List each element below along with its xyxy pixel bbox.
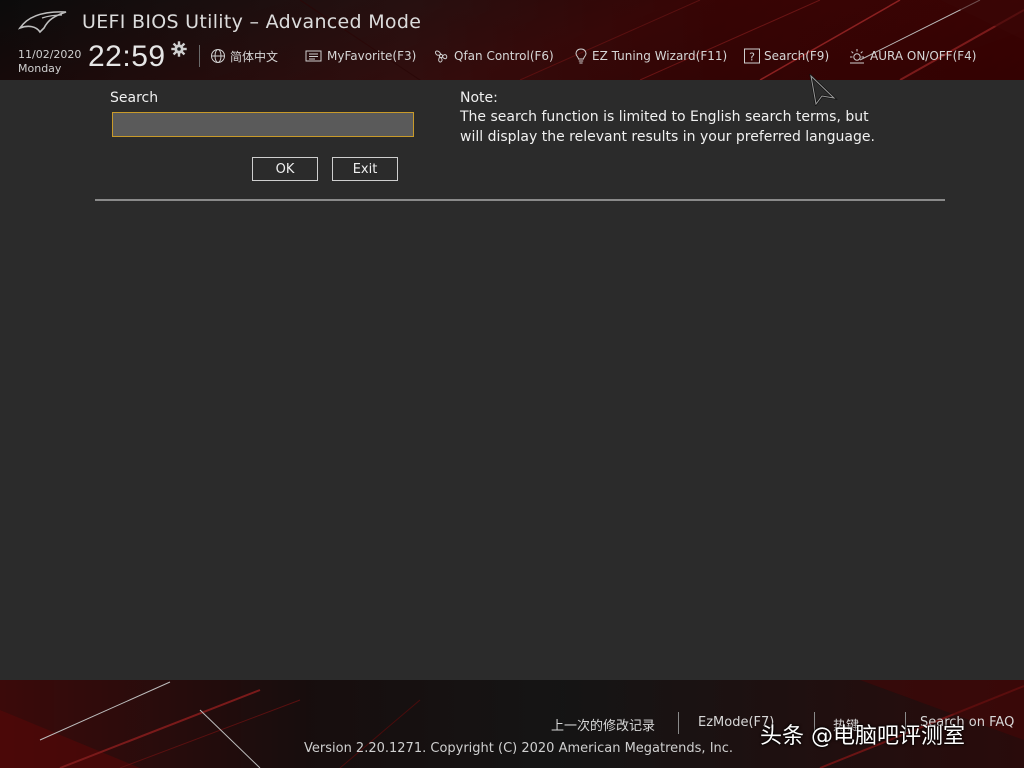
aura-icon xyxy=(850,49,864,64)
last-modified-link[interactable]: 上一次的修改记录 xyxy=(551,715,655,734)
search-label: Search xyxy=(110,90,159,106)
language-button[interactable]: 简体中文 xyxy=(210,46,278,66)
ez-tuning-wizard-label: EZ Tuning Wizard(F11) xyxy=(592,49,728,63)
header-bar: UEFI BIOS Utility – Advanced Mode 11/02/… xyxy=(0,0,1024,80)
search-input[interactable] xyxy=(112,112,414,137)
search-toolbar-label: Search(F9) xyxy=(764,49,830,63)
date-display: 11/02/2020 Monday xyxy=(18,48,81,76)
weekday-text: Monday xyxy=(18,62,62,75)
fan-icon xyxy=(435,50,448,63)
language-label: 简体中文 xyxy=(230,49,279,64)
lightbulb-icon xyxy=(575,48,587,64)
note-title: Note: xyxy=(460,90,498,106)
header-separator xyxy=(199,45,200,67)
footer-bar: 上一次的修改记录 EzMode(F7) 热键 Search on FAQ Ver… xyxy=(0,680,1024,768)
app-title: UEFI BIOS Utility – Advanced Mode xyxy=(82,11,422,33)
search-toolbar-button[interactable]: ? Search(F9) xyxy=(744,46,829,66)
globe-icon xyxy=(211,49,225,63)
rog-logo-icon xyxy=(18,11,67,34)
exit-button[interactable]: Exit xyxy=(332,157,398,181)
divider xyxy=(95,199,945,201)
myfavorite-label: MyFavorite(F3) xyxy=(327,49,417,63)
aura-toggle-label: AURA ON/OFF(F4) xyxy=(870,49,977,63)
gear-icon[interactable] xyxy=(171,41,187,57)
svg-text:?: ? xyxy=(749,51,755,64)
mouse-cursor-icon xyxy=(809,74,838,106)
search-panel: Search OK Exit Note: The search function… xyxy=(0,74,1024,680)
qfan-control-label: Qfan Control(F6) xyxy=(454,49,554,63)
date-text: 11/02/2020 xyxy=(18,48,82,61)
version-text: Version 2.20.1271. Copyright (C) 2020 Am… xyxy=(304,741,734,756)
question-icon: ? xyxy=(744,48,760,64)
qfan-control-button[interactable]: Qfan Control(F6) xyxy=(432,46,554,66)
note-body: The search function is limited to Englis… xyxy=(460,109,875,145)
footer-separator xyxy=(678,712,679,734)
favorite-icon xyxy=(305,50,322,62)
ok-button[interactable]: OK xyxy=(252,157,318,181)
clock-display: 22:59 xyxy=(88,40,166,73)
ez-tuning-wizard-button[interactable]: EZ Tuning Wizard(F11) xyxy=(574,46,727,66)
myfavorite-button[interactable]: MyFavorite(F3) xyxy=(305,46,416,66)
aura-toggle-button[interactable]: AURA ON/OFF(F4) xyxy=(848,46,976,66)
watermark-text: 头条 @电脑吧评测室 xyxy=(760,724,965,749)
